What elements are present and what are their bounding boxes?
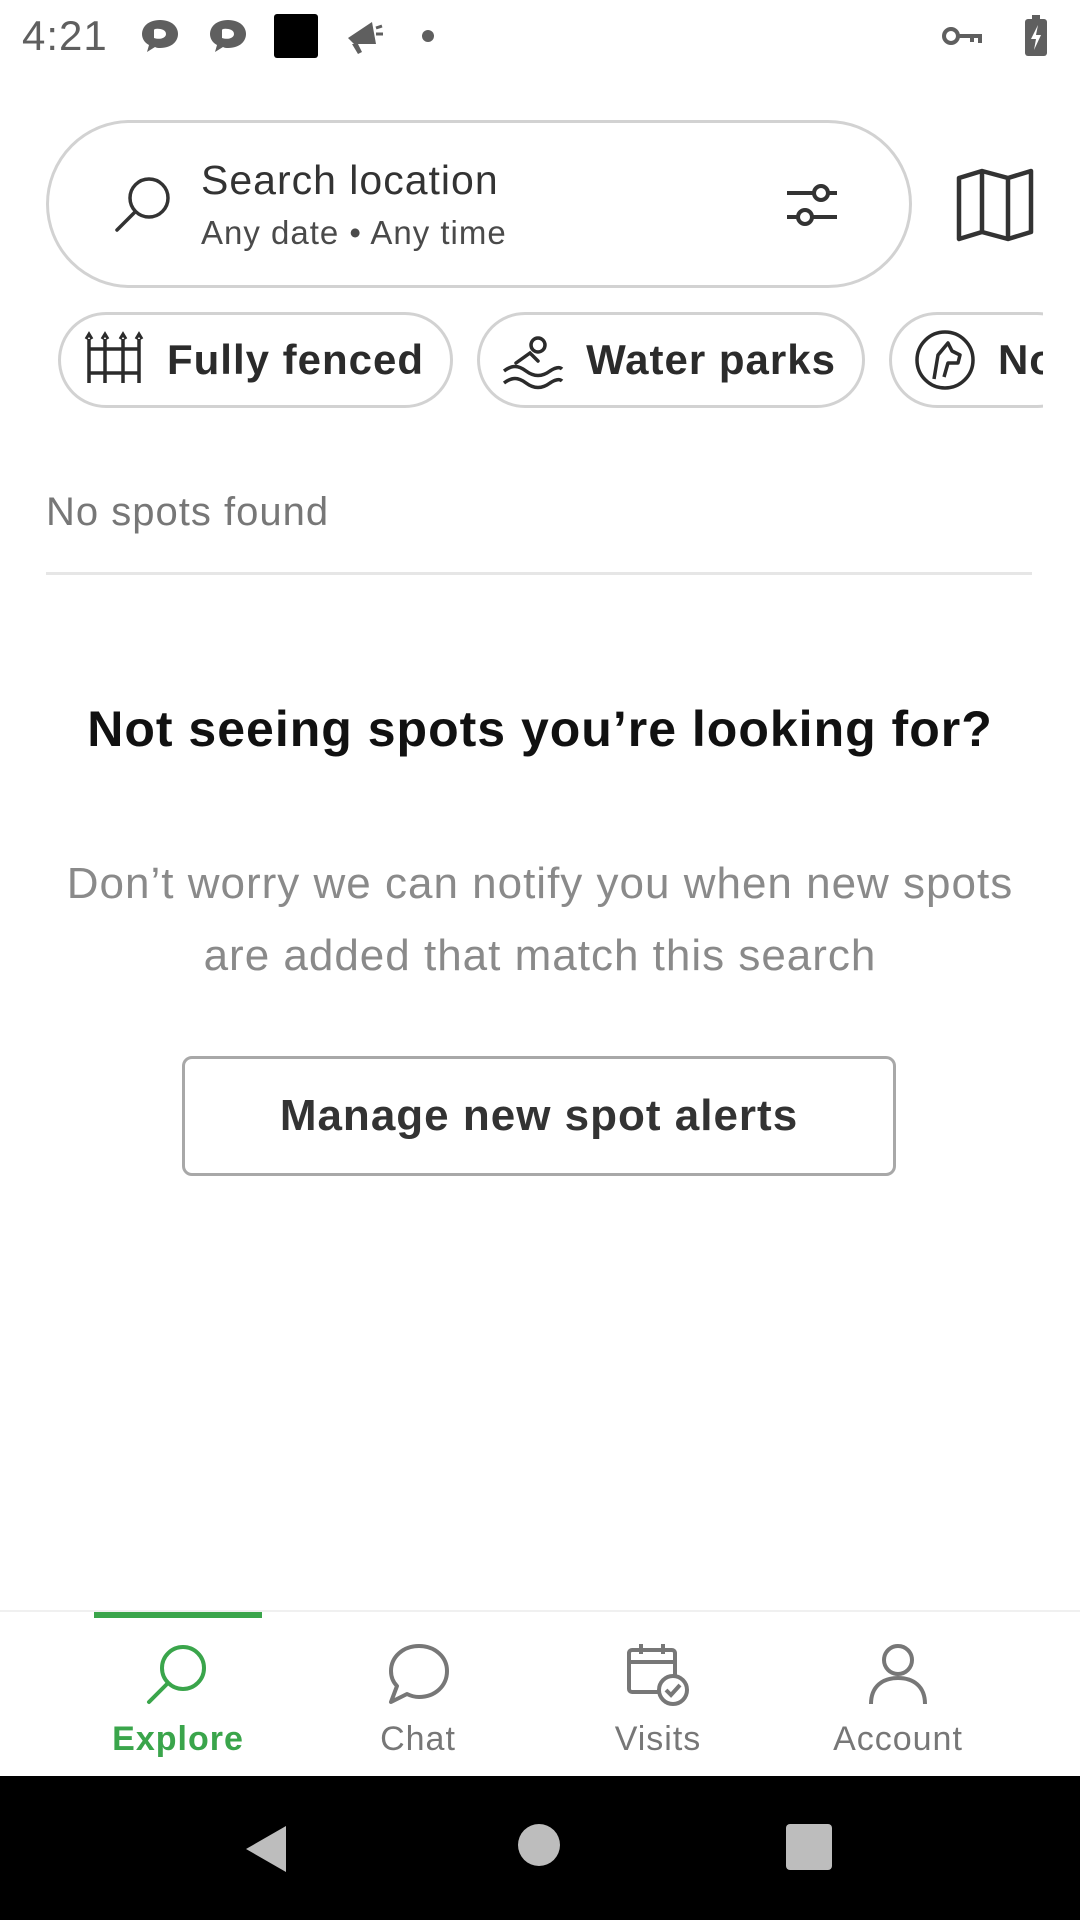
- chip-no[interactable]: No: [888, 312, 1043, 408]
- nav-label: Chat: [380, 1720, 456, 1758]
- search-icon: [111, 172, 175, 236]
- search-date-time-label: Any date • Any time: [201, 213, 507, 251]
- vpn-key-icon: [940, 14, 984, 58]
- chip-water-parks[interactable]: Water parks: [477, 312, 865, 408]
- person-icon: [863, 1640, 933, 1710]
- back-icon[interactable]: [244, 1824, 288, 1879]
- black-square-icon: [273, 14, 318, 58]
- search-icon: [143, 1640, 213, 1710]
- status-time: 4:21: [22, 12, 108, 59]
- nav-label: Explore: [112, 1720, 244, 1758]
- chat-icon: [383, 1640, 453, 1710]
- empty-state-title: Not seeing spots you’re looking for?: [87, 701, 993, 757]
- search-bar[interactable]: Search location Any date • Any time: [46, 120, 912, 288]
- nav-label: Visits: [614, 1720, 702, 1758]
- notification-icons: [138, 14, 434, 58]
- chip-label: No: [997, 336, 1043, 383]
- nav-item-explore[interactable]: Explore: [58, 1612, 298, 1776]
- chip-label: Fully fenced: [167, 336, 425, 383]
- nav-item-visits[interactable]: Visits: [538, 1612, 778, 1776]
- system-status-icons: [940, 14, 1058, 58]
- map-icon[interactable]: [956, 168, 1034, 242]
- dot-icon: [421, 30, 434, 42]
- home-icon[interactable]: [518, 1824, 560, 1866]
- bottom-nav: Explore Chat Visits Account: [0, 1610, 1080, 1776]
- system-nav-bar: [0, 1776, 1080, 1920]
- chip-fully-fenced[interactable]: Fully fenced: [58, 312, 454, 408]
- divider: [46, 572, 1032, 575]
- filter-sliders-icon[interactable]: [785, 181, 839, 229]
- recent-apps-icon[interactable]: [786, 1824, 832, 1870]
- search-location-label: Search location: [201, 156, 499, 203]
- results-count-label: No spots found: [46, 490, 330, 534]
- manage-spot-alerts-button[interactable]: Manage new spot alerts: [182, 1056, 896, 1176]
- nav-label: Account: [833, 1720, 963, 1758]
- active-tab-indicator: [94, 1612, 262, 1618]
- fence-icon: [83, 329, 145, 391]
- swimming-icon: [502, 329, 564, 391]
- filter-chips-row: Fully fenced Water parks No: [58, 312, 1043, 408]
- nav-item-chat[interactable]: Chat: [298, 1612, 538, 1776]
- nav-item-account[interactable]: Account: [778, 1612, 1018, 1776]
- chat-bubble-icon: [138, 14, 182, 58]
- dog-icon: [914, 329, 976, 391]
- chip-label: Water parks: [586, 336, 836, 383]
- chat-bubble-icon: [206, 14, 250, 58]
- battery-charging-icon: [1014, 14, 1058, 58]
- megaphone-icon: [342, 14, 386, 58]
- empty-state-body: Don’t worry we can notify you when new s…: [66, 859, 1014, 980]
- calendar-check-icon: [623, 1640, 693, 1710]
- search-texts: Search location Any date • Any time: [201, 157, 507, 252]
- status-bar: 4:21: [0, 0, 1080, 72]
